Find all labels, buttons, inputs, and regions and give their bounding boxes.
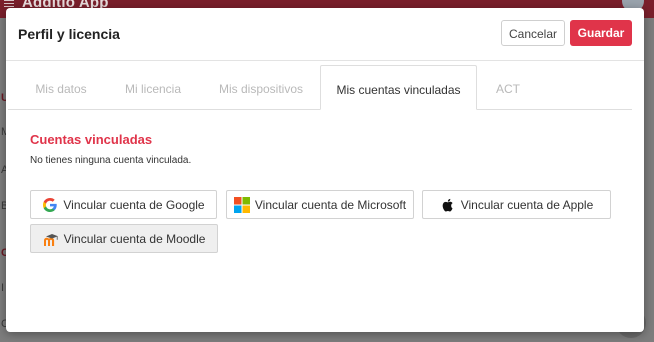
apple-icon bbox=[442, 198, 453, 211]
cancel-button[interactable]: Cancelar bbox=[501, 20, 565, 46]
link-google-label: Vincular cuenta de Google bbox=[63, 197, 205, 212]
modal-header: Perfil y licencia Cancelar Guardar bbox=[6, 8, 644, 61]
background-letter: I bbox=[1, 282, 5, 294]
link-google-button[interactable]: Vincular cuenta de Google bbox=[30, 190, 217, 219]
tab-mis-datos[interactable]: Mis datos bbox=[8, 65, 114, 109]
link-moodle-button[interactable]: Vincular cuenta de Moodle bbox=[30, 224, 218, 253]
link-apple-label: Vincular cuenta de Apple bbox=[460, 197, 594, 212]
link-microsoft-button[interactable]: Vincular cuenta de Microsoft bbox=[226, 190, 414, 219]
google-icon bbox=[43, 197, 58, 212]
no-linked-accounts-text: No tienes ninguna cuenta vinculada. bbox=[30, 155, 192, 166]
tab-mis-dispositivos[interactable]: Mis dispositivos bbox=[202, 65, 320, 109]
microsoft-icon bbox=[233, 196, 250, 213]
tab-act[interactable]: ACT bbox=[486, 65, 530, 109]
section-title: Cuentas vinculadas bbox=[30, 132, 153, 147]
link-microsoft-label: Vincular cuenta de Microsoft bbox=[254, 197, 407, 212]
profile-license-modal: Perfil y licencia Cancelar Guardar Mis d… bbox=[6, 8, 644, 332]
modal-title: Perfil y licencia bbox=[18, 26, 120, 42]
tab-mis-cuentas-vinculadas[interactable]: Mis cuentas vinculadas bbox=[320, 65, 477, 110]
moodle-icon bbox=[43, 233, 58, 246]
tab-mi-licencia[interactable]: Mi licencia bbox=[114, 65, 192, 109]
link-moodle-label: Vincular cuenta de Moodle bbox=[63, 231, 206, 246]
tab-bar: Mis datos Mi licencia Mis dispositivos M… bbox=[8, 65, 632, 110]
link-apple-button[interactable]: Vincular cuenta de Apple bbox=[422, 190, 611, 219]
save-button[interactable]: Guardar bbox=[570, 20, 632, 46]
